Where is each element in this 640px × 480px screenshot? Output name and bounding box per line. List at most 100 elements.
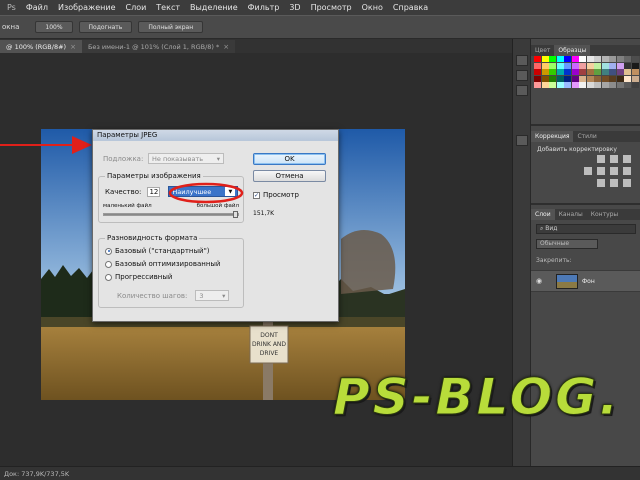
menu-item-filter[interactable]: Фильтр <box>243 3 285 12</box>
color-balance-icon[interactable] <box>610 167 618 175</box>
tab-channels[interactable]: Каналы <box>555 209 587 220</box>
swatch[interactable] <box>616 69 624 75</box>
layers-filter-field[interactable]: ⌕ Вид <box>536 224 636 234</box>
swatch[interactable] <box>609 62 616 69</box>
swatch[interactable] <box>579 62 586 69</box>
swatch[interactable] <box>571 62 579 69</box>
swatch[interactable] <box>586 82 594 88</box>
history-icon[interactable] <box>516 55 528 66</box>
swatch[interactable] <box>601 56 609 62</box>
black-white-icon[interactable] <box>623 167 631 175</box>
swatch[interactable] <box>631 75 639 82</box>
hue-icon[interactable] <box>597 167 605 175</box>
swatch[interactable] <box>564 69 571 75</box>
swatch[interactable] <box>609 82 616 88</box>
swatch[interactable] <box>549 56 556 62</box>
paragraph-icon[interactable] <box>516 85 528 96</box>
swatch[interactable] <box>571 82 579 88</box>
swatch[interactable] <box>609 56 616 62</box>
radio-button[interactable] <box>105 260 112 268</box>
menu-item-type[interactable]: Текст <box>151 3 185 12</box>
swatch[interactable] <box>579 75 586 82</box>
swatch[interactable] <box>594 69 601 75</box>
swatch[interactable] <box>556 56 564 62</box>
swatch[interactable] <box>571 69 579 75</box>
swatch[interactable] <box>534 69 541 75</box>
swatch[interactable] <box>616 56 624 62</box>
swatch[interactable] <box>631 56 639 62</box>
swatch[interactable] <box>631 82 639 88</box>
curves-icon[interactable] <box>623 155 631 163</box>
swatch[interactable] <box>624 82 631 88</box>
swatch[interactable] <box>594 75 601 82</box>
swatch[interactable] <box>534 62 541 69</box>
format-radio-baseline[interactable]: Базовый ("стандартный") <box>105 247 210 255</box>
swatch[interactable] <box>601 82 609 88</box>
fit-screen-button[interactable]: Подогнать <box>78 21 133 33</box>
swatch[interactable] <box>564 56 571 62</box>
swatch[interactable] <box>541 62 549 69</box>
swatch[interactable] <box>601 75 609 82</box>
menu-item-view[interactable]: Просмотр <box>306 3 357 12</box>
vibrance-icon[interactable] <box>584 167 592 175</box>
swatch[interactable] <box>541 82 549 88</box>
close-icon[interactable]: × <box>223 43 229 51</box>
swatch[interactable] <box>624 56 631 62</box>
swatch[interactable] <box>624 62 631 69</box>
radio-button[interactable] <box>105 273 112 281</box>
swatches-grid[interactable] <box>534 56 639 96</box>
close-icon[interactable]: × <box>70 43 76 51</box>
zoom-100-button[interactable]: 100% <box>35 21 73 33</box>
swatch[interactable] <box>601 62 609 69</box>
tab-paths[interactable]: Контуры <box>587 209 622 220</box>
swatch[interactable] <box>616 62 624 69</box>
swatch[interactable] <box>534 82 541 88</box>
swatch[interactable] <box>631 62 639 69</box>
swatch[interactable] <box>609 69 616 75</box>
swatch[interactable] <box>534 75 541 82</box>
format-radio-optimized[interactable]: Базовый оптимизированный <box>105 260 220 268</box>
swatch[interactable] <box>616 82 624 88</box>
menu-item-cut[interactable]: Ps <box>2 3 21 12</box>
quality-input[interactable]: 12 <box>147 186 161 197</box>
swatch[interactable] <box>586 62 594 69</box>
swatch[interactable] <box>556 75 564 82</box>
menu-item-3d[interactable]: 3D <box>284 3 305 12</box>
invert-icon[interactable] <box>597 179 605 187</box>
menu-item-file[interactable]: Файл <box>21 3 53 12</box>
ok-button[interactable]: OK <box>253 153 326 165</box>
menu-item-window[interactable]: Окно <box>357 3 388 12</box>
swatch[interactable] <box>586 69 594 75</box>
preview-row[interactable]: ✓ Просмотр <box>253 191 299 199</box>
swatch[interactable] <box>601 69 609 75</box>
swatch[interactable] <box>549 75 556 82</box>
swatch[interactable] <box>579 69 586 75</box>
layer-row[interactable]: ◉ Фон <box>531 270 640 292</box>
swatch[interactable] <box>541 75 549 82</box>
swatch[interactable] <box>564 82 571 88</box>
swatch[interactable] <box>564 62 571 69</box>
swatch[interactable] <box>594 56 601 62</box>
swatch[interactable] <box>616 75 624 82</box>
swatch[interactable] <box>534 56 541 62</box>
swatch[interactable] <box>556 69 564 75</box>
swatch[interactable] <box>541 69 549 75</box>
tab-styles[interactable]: Стили <box>573 131 600 142</box>
slider-handle[interactable] <box>233 211 238 218</box>
swatch[interactable] <box>586 75 594 82</box>
swatch[interactable] <box>556 82 564 88</box>
swatch[interactable] <box>594 62 601 69</box>
swatch[interactable] <box>549 82 556 88</box>
brush-icon[interactable] <box>516 70 528 81</box>
swatch[interactable] <box>579 56 586 62</box>
swatch[interactable] <box>571 56 579 62</box>
info-icon[interactable] <box>516 135 528 146</box>
swatch[interactable] <box>624 75 631 82</box>
eye-icon[interactable]: ◉ <box>536 277 546 285</box>
levels-icon[interactable] <box>610 155 618 163</box>
tab-layers[interactable]: Слои <box>531 209 555 220</box>
swatch[interactable] <box>631 69 639 75</box>
swatch[interactable] <box>624 69 631 75</box>
swatch[interactable] <box>556 62 564 69</box>
blend-mode-select[interactable]: Обычные <box>536 239 598 249</box>
